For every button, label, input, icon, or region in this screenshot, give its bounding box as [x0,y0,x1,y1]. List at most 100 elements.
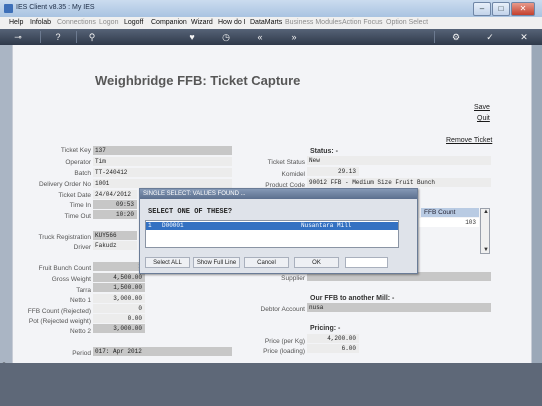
time-out-label: Time Out [64,213,92,220]
dialog-search-input[interactable] [345,257,388,268]
window-titlebar: IES Client v8.35 : My IES – □ ✕ [0,0,542,18]
operator-label: Operator [65,159,91,166]
ffb-count-header: FFB Count [421,208,479,217]
gross-weight-field[interactable]: 4,500.00 [93,273,145,282]
window-title: IES Client v8.35 : My IES [16,4,95,11]
heart-icon[interactable]: ♥ [186,31,198,43]
scroll-down-icon[interactable]: ▼ [483,247,489,253]
ticket-date-field[interactable]: 24/04/2012 [93,190,137,199]
dialog-list[interactable]: 1 D00001 Nusantara Mill [145,220,399,248]
debtor-account-field[interactable]: nusa [307,303,491,312]
status-bar [0,363,542,406]
debtor-account-label: Debtor Account [260,306,305,313]
list-item[interactable]: 1 D00001 Nusantara Mill [146,222,398,230]
save-link[interactable]: Save [474,104,490,111]
batch-field[interactable]: TT-240412 [93,168,232,177]
ticket-key-label: Ticket Key [60,147,91,154]
batch-label: Batch [74,170,91,177]
status-header: Status: - [310,148,338,155]
truck-registration-label: Truck Registration [38,234,92,241]
menu-wizard[interactable]: Wizard [191,19,213,26]
pot-rejected-label: Pot (Rejected weight) [28,318,91,325]
netto1-field[interactable]: 3,000.00 [93,294,145,303]
minimize-button[interactable]: – [473,2,491,16]
menu-how-do-i[interactable]: How do I [218,19,246,26]
clock-icon[interactable]: ◷ [220,31,232,43]
product-code-field[interactable]: 90012 FFB - Medium Size Fruit Bunch [307,178,491,187]
menu-logoff[interactable]: Logoff [124,19,143,26]
ticket-status-field[interactable]: New [307,156,491,165]
pot-rejected-field[interactable]: 0.00 [93,314,145,323]
menu-infolab[interactable]: Infolab [30,19,51,26]
ticket-date-label: Ticket Date [58,192,91,199]
netto1-label: Netto 1 [70,297,91,304]
check-icon[interactable]: ✓ [484,31,496,43]
delivery-order-field[interactable]: 1001 [93,179,232,188]
ffb-rejected-label: FFB Count (Rejected) [27,308,91,315]
close-icon[interactable]: ✕ [518,31,530,43]
toolbar: ⊸ ? ⚲ ♥ ◷ « » ⚙ ✓ ✕ [0,29,542,45]
delivery-order-label: Delivery Order No [38,181,91,188]
tarra-label: Tarra [76,287,91,294]
menu-action-focus[interactable]: Action Focus [342,19,382,26]
menu-business-modules[interactable]: Business Modules [285,19,342,26]
select-all-button[interactable]: Select ALL [145,257,190,268]
period-label: Period [72,350,91,357]
time-out-field[interactable]: 10:20 [93,210,137,219]
operator-field[interactable]: Tim [93,157,232,166]
search-icon[interactable]: ⚲ [86,31,98,43]
quit-link[interactable]: Quit [477,115,490,122]
menu-logon[interactable]: Logon [99,19,118,26]
menu-option-select[interactable]: Option Select [386,19,428,26]
ffb-count-value: 103 [419,218,479,227]
cancel-button[interactable]: Cancel [244,257,289,268]
price-per-kg-label: Price (per Kg) [264,338,305,345]
period-field[interactable]: 017: Apr 2012 [93,347,232,356]
select-dialog: SINGLE SELECT: VALUES FOUND ... SELECT O… [139,188,418,274]
ticket-status-label: Ticket Status [267,159,305,166]
price-loading-field[interactable]: 6.00 [307,344,359,353]
ticket-key-field[interactable]: 137 [93,146,232,155]
forward-icon[interactable]: » [288,31,300,43]
key-icon[interactable]: ⊸ [8,31,28,43]
ffb-scrollbar[interactable]: ▲ ▼ [480,208,490,254]
close-button[interactable]: ✕ [511,2,535,16]
dialog-title: SINGLE SELECT: VALUES FOUND ... [140,189,417,199]
row-name: Nusantara Mill [301,222,352,229]
komidel-label: Komidel [281,171,305,178]
page-title: Weighbridge FFB: Ticket Capture [95,73,301,88]
remove-ticket-link[interactable]: Remove Ticket [446,137,492,144]
komidel-field[interactable]: 29.13 [307,167,359,176]
show-full-line-button[interactable]: Show Full Line [193,257,240,268]
gross-weight-label: Gross Weight [51,276,91,283]
fruit-bunch-count-field[interactable]: 1 [93,262,145,271]
app-icon [4,4,13,13]
time-in-field[interactable]: 09:53 [93,200,137,209]
help-icon[interactable]: ? [52,31,64,43]
menu-datamarts[interactable]: DataMarts [250,19,282,26]
rewind-icon[interactable]: « [254,31,266,43]
tarra-field[interactable]: 1,500.00 [93,283,145,292]
price-loading-label: Price (loading) [263,348,305,355]
menu-companion[interactable]: Companion [151,19,187,26]
menu-connections[interactable]: Connections [57,19,96,26]
row-code: D00001 [162,222,184,229]
driver-field[interactable]: Fakudz [93,241,137,250]
another-mill-header: Our FFB to another Mill: - [310,295,395,302]
truck-registration-field[interactable]: KUY566 [93,231,137,240]
fruit-bunch-count-label: Fruit Bunch Count [38,265,91,272]
gear-icon[interactable]: ⚙ [450,31,462,43]
scroll-up-icon[interactable]: ▲ [483,209,489,215]
price-per-kg-field[interactable]: 4,200.00 [307,334,359,343]
pricing-header: Pricing: - [310,325,341,332]
dialog-prompt: SELECT ONE OF THESE? [148,208,233,216]
ok-button[interactable]: OK [294,257,339,268]
time-in-label: Time In [69,202,91,209]
row-number: 1 [148,222,152,229]
menu-help[interactable]: Help [9,19,23,26]
driver-label: Driver [73,244,91,251]
maximize-button[interactable]: □ [492,2,510,16]
ffb-rejected-field[interactable]: 0 [93,304,145,313]
supplier-label: Supplier [281,275,305,282]
netto2-field[interactable]: 3,000.00 [93,324,145,333]
